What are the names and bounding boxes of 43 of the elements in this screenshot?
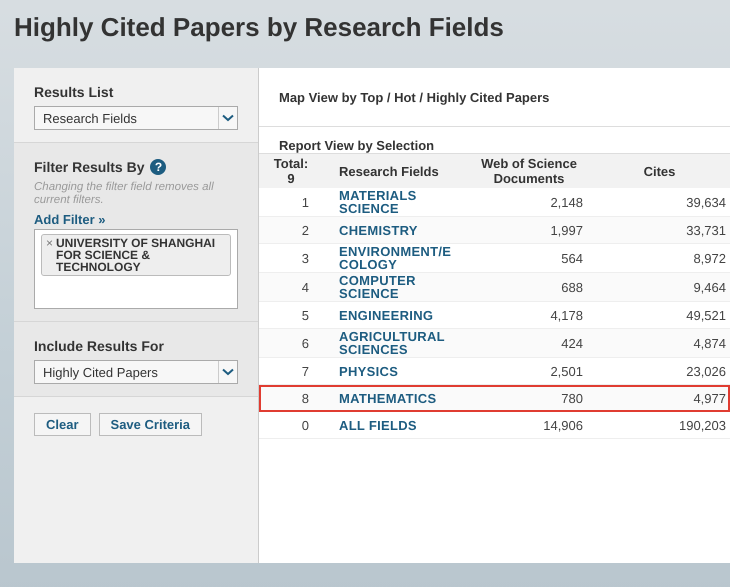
cites-cell: 23,026 bbox=[589, 358, 730, 384]
rank-cell: 2 bbox=[259, 216, 323, 244]
page-title: Highly Cited Papers by Research Fields bbox=[13, 11, 505, 44]
chevron-icon bbox=[222, 114, 234, 122]
cites-cell: 9,464 bbox=[589, 272, 730, 302]
column-header: Cites bbox=[589, 154, 730, 188]
rank-cell: 0 bbox=[259, 412, 323, 438]
clear-button[interactable]: Clear bbox=[34, 413, 91, 436]
include-results-dropdown[interactable]: Highly Cited Papers bbox=[34, 360, 238, 384]
documents-cell: 688 bbox=[469, 272, 589, 302]
help-icon[interactable]: ? bbox=[150, 159, 166, 175]
add-filter-link[interactable]: Add Filter » bbox=[34, 212, 106, 227]
documents-cell: 2,501 bbox=[469, 358, 589, 384]
rank-cell: 6 bbox=[259, 328, 323, 358]
field-link[interactable]: ALL FIELDS bbox=[339, 418, 468, 432]
chevron-icon bbox=[222, 368, 234, 376]
map-view-heading: Map View by Top / Hot / Highly Cited Papers bbox=[259, 68, 730, 127]
section-label: Include Results For bbox=[34, 338, 164, 354]
cites-cell: 33,731 bbox=[589, 216, 730, 244]
field-link[interactable]: MATERIALS SCIENCE bbox=[339, 189, 468, 215]
rank-cell: 4 bbox=[259, 272, 323, 302]
cites-cell: 4,874 bbox=[589, 328, 730, 358]
rank-cell: 7 bbox=[259, 358, 323, 384]
section-label: Filter Results By bbox=[34, 159, 144, 175]
column-header: Research Fields bbox=[323, 154, 469, 188]
rank-cell: 8 bbox=[259, 384, 323, 412]
results-list-dropdown[interactable]: Research Fields bbox=[34, 106, 238, 130]
filter-note: Changing the filter field removes all current filters. bbox=[34, 181, 215, 207]
documents-cell: 424 bbox=[469, 328, 589, 358]
documents-cell: 1,997 bbox=[469, 216, 589, 244]
column-header: Web of Science Documents bbox=[469, 154, 589, 188]
cites-cell: 190,203 bbox=[589, 412, 730, 438]
section-label: Results List bbox=[34, 84, 114, 100]
field-link[interactable]: ENGINEERING bbox=[339, 308, 468, 322]
documents-cell: 14,906 bbox=[469, 412, 589, 438]
field-link[interactable]: ENVIRONMENT/E COLOGY bbox=[339, 245, 468, 271]
field-link[interactable]: PHYSICS bbox=[339, 364, 468, 378]
documents-cell: 780 bbox=[469, 384, 589, 412]
save-criteria-button[interactable]: Save Criteria bbox=[98, 413, 202, 436]
filter-tag-text: UNIVERSITY OF SHANGHAI FOR SCIENCE & TECHNOLOGY bbox=[56, 237, 216, 273]
column-header: Total: 9 bbox=[259, 154, 323, 188]
cites-cell: 4,977 bbox=[589, 384, 730, 412]
remove-icon[interactable]: × bbox=[46, 237, 54, 273]
